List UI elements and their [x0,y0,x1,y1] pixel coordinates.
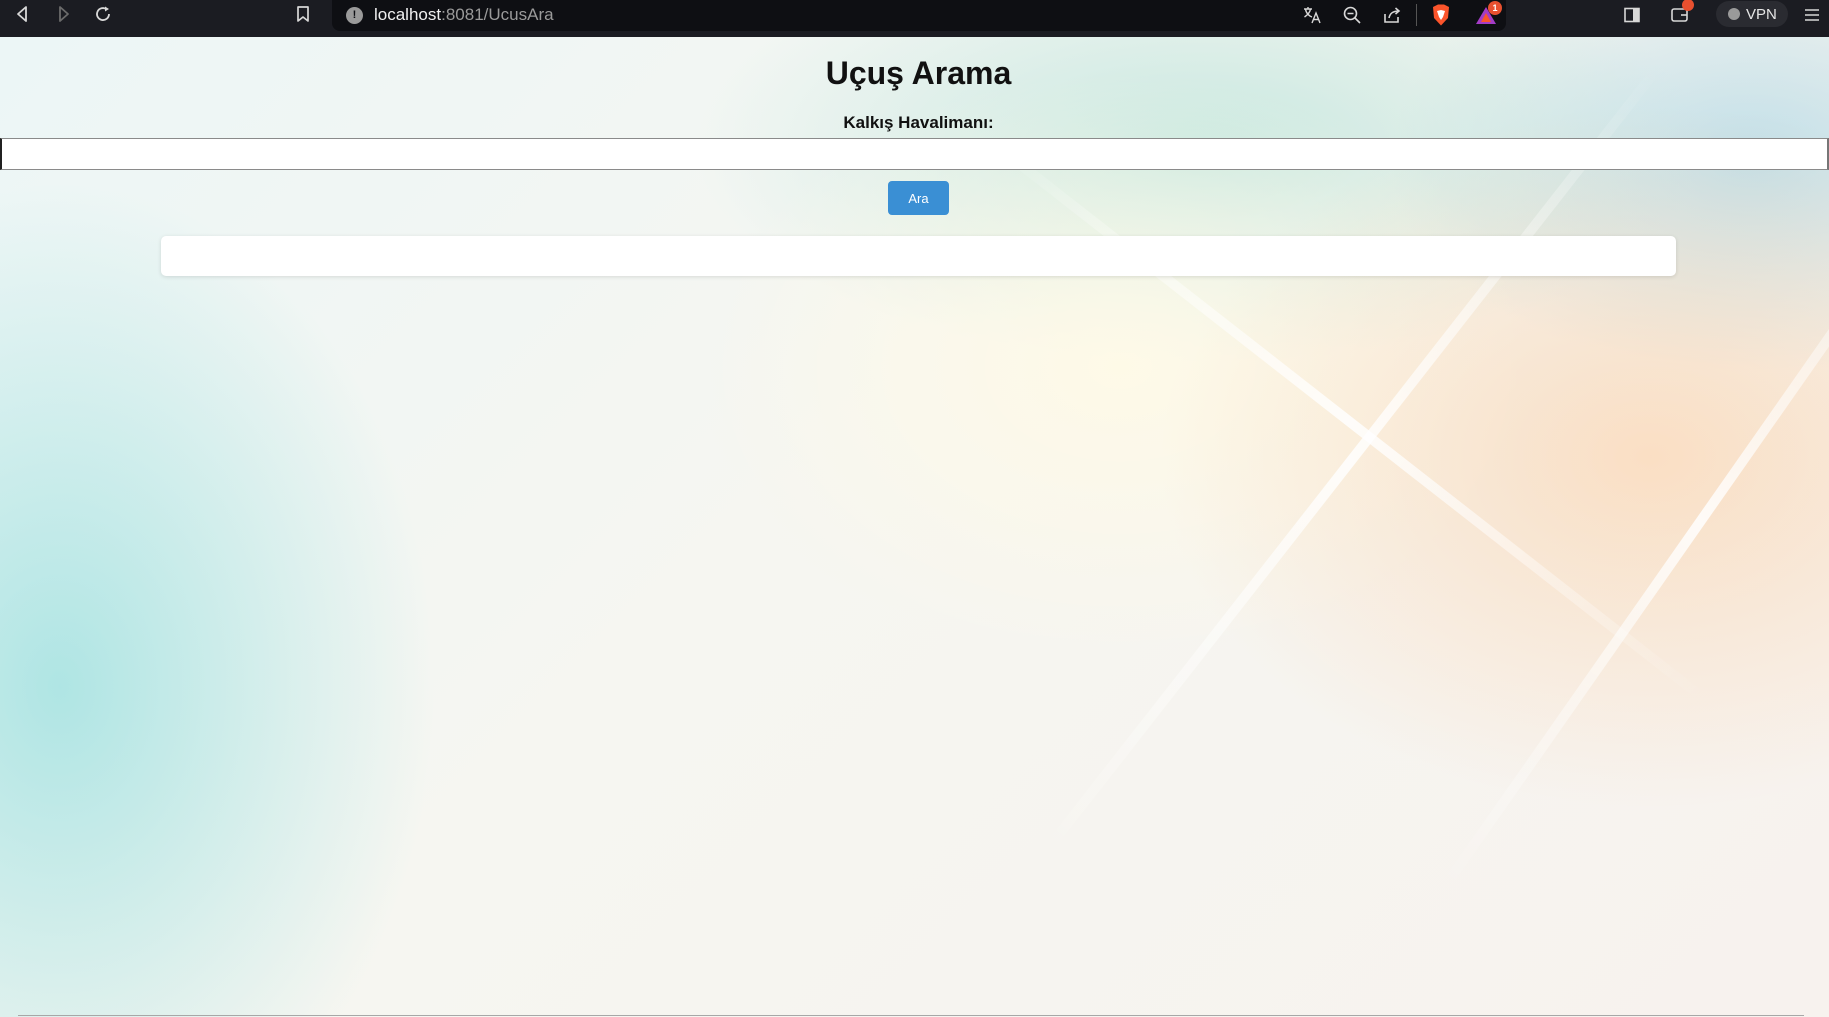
url-path: :8081/UcusAra [441,5,554,24]
results-panel [161,236,1676,276]
toolbar-divider [1416,4,1417,26]
reload-icon[interactable] [89,0,117,28]
translate-icon[interactable] [1298,2,1326,28]
background-light-streak [1038,64,1662,860]
bookmark-icon[interactable] [289,0,317,28]
departure-airport-input[interactable] [0,138,1829,170]
zoom-out-icon[interactable] [1338,2,1366,28]
forward-icon[interactable] [49,0,77,28]
bottom-divider [18,1015,1804,1016]
wallet-dot [1682,0,1694,11]
departure-airport-label: Kalkış Havalimanı: [843,113,994,132]
vpn-button[interactable]: VPN [1716,1,1788,27]
address-bar[interactable]: ! localhost:8081/UcusAra [332,0,1506,31]
page-title: Uçuş Arama [825,55,1012,91]
background-light-streak [992,141,1708,703]
browser-toolbar: ! localhost:8081/UcusAra 1 VPN [0,0,1829,37]
vpn-status-icon [1728,8,1740,20]
url-text: localhost:8081/UcusAra [374,5,554,25]
brave-shields-icon[interactable] [1427,2,1455,28]
menu-icon[interactable] [1798,2,1826,28]
url-host: localhost [374,5,442,24]
rewards-badge: 1 [1488,1,1502,15]
site-info-icon[interactable]: ! [346,7,363,24]
sidebar-icon[interactable] [1618,2,1646,28]
back-icon[interactable] [9,0,37,28]
wallet-icon[interactable] [1666,0,1694,28]
page-viewport: Uçuş Arama Kalkış Havalimanı: Ara [0,37,1829,1017]
share-icon[interactable] [1378,2,1406,28]
brave-rewards-icon[interactable]: 1 [1472,1,1502,28]
search-button[interactable]: Ara [888,181,949,215]
vpn-label: VPN [1746,5,1777,23]
